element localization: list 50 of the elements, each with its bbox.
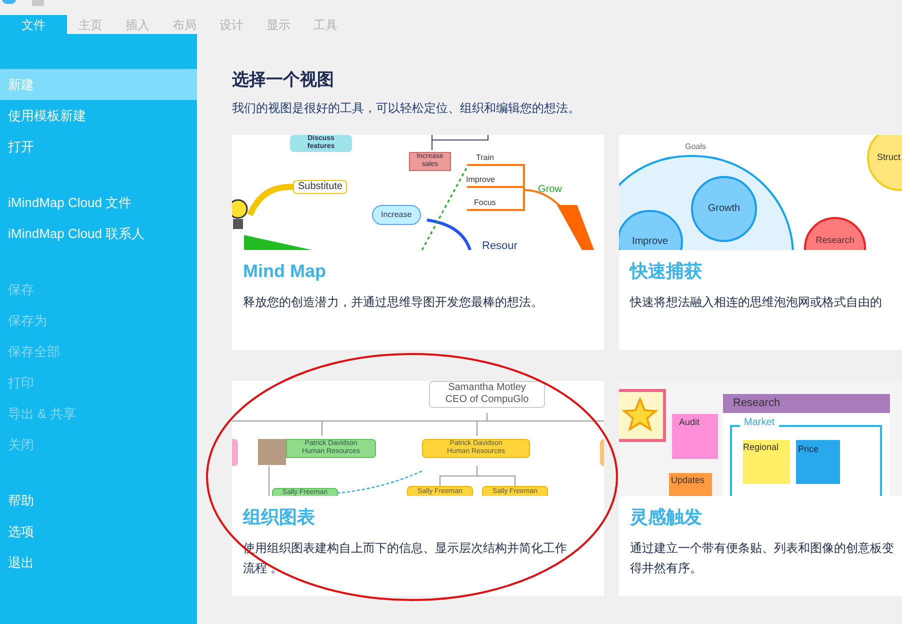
sticky-note: Regional [743,440,790,484]
branch-shape [557,204,594,250]
branch-shape [244,234,312,250]
branch-label: Grow [538,184,562,196]
view-description: 释放您的创造潜力，并通过思维导图开发您最棒的想法。 [243,294,544,310]
page-subtitle: 我们的视图是很好的工具，可以轻松定位、组织和编辑您的想法。 [232,100,581,116]
ceo-box: Samantha Motley CEO of CompuGlo [429,380,545,408]
page-title: 选择一个视图 [232,69,335,91]
panel-header: Research [723,394,890,412]
sidebar-item[interactable]: 退出 [0,547,197,578]
cloud-topic: Increase [372,204,421,224]
branch-label: Focus [474,198,496,208]
view-title: 组织图表 [242,506,316,528]
sidebar-item[interactable]: 选项 [0,516,197,547]
branch-line [247,183,294,216]
view-title: 灵感触发 [628,506,703,528]
sidebar-item[interactable]: iMindMap Cloud 联系人 [0,218,197,249]
ribbon-tab[interactable]: 插入 [114,15,161,34]
sidebar-item[interactable]: 新建 [0,69,197,100]
view-card[interactable]: Goals Growth Improve Struct Research 快速捕获 快速将想法融入相连的思维泡泡网或格式自由的 [619,134,902,350]
sticky-note: Price [796,440,840,484]
view-description: 通过建立一个带有便条贴、列表和图像的创意板变得井然有序。 [630,540,895,576]
branch-label: Resour [482,240,518,250]
ribbon-tab[interactable]: 显示 [255,15,302,34]
sticky-note: Updates [669,472,712,496]
sidebar-item[interactable]: iMindMap Cloud 文件 [0,187,197,218]
ribbon-tab[interactable]: 主页 [67,15,114,34]
ribbon-tab[interactable]: 文件 [0,15,67,34]
sidebar-item[interactable]: 使用模板新建 [0,100,197,131]
light-bulb-icon [232,196,248,230]
photo-placeholder [258,438,286,464]
star-icon [621,396,659,434]
topic-box: Substitute [293,180,348,194]
sticky-note: Audit [672,414,718,458]
ribbon-tab[interactable]: 布局 [161,15,208,34]
sidebar-item[interactable]: 帮助 [0,485,197,516]
frame-label: Market [740,416,779,429]
view-title: Mind Map [242,260,327,283]
view-title: 快速捕获 [628,260,703,282]
branch-label: Train [476,152,494,162]
topic-bubble: Research [804,216,866,250]
bubble-label: Goals [685,142,706,152]
branch-label: Improve [466,174,495,184]
sidebar-item[interactable]: 打开 [0,131,197,162]
topic-bubble: Struct [867,134,902,190]
view-card[interactable]: Audit Updates Research Market Regional Price 灵感触发 通过建立一个带有便条贴、列表和图像的创意板变得井然有序。 [619,380,902,596]
connector-line [432,134,488,150]
view-description: 快速将想法融入相连的思维泡泡网或格式自由的 [630,294,883,310]
ribbon-tab[interactable]: 设计 [208,15,255,34]
ribbon-tab[interactable]: 工具 [302,15,349,34]
